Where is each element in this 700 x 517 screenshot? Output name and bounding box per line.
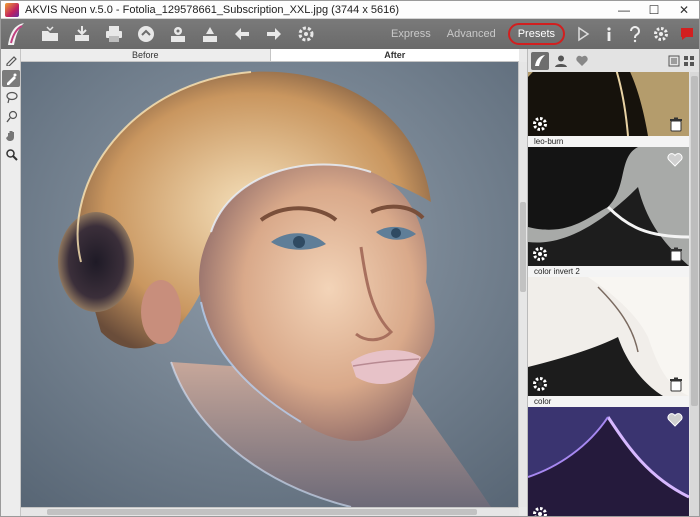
preset-settings-icon[interactable] (531, 505, 549, 516)
add-favorite-icon[interactable] (667, 413, 683, 427)
mode-switcher: Express Advanced Presets (383, 19, 699, 49)
maximize-button[interactable]: ☐ (639, 1, 669, 19)
preset-delete-icon[interactable] (669, 117, 683, 132)
presets-list: leo-burn color invert 2 color (528, 72, 689, 516)
view-mode-switch (665, 55, 695, 67)
brush-icon[interactable] (2, 51, 20, 68)
preset-item[interactable]: leo-burn (528, 72, 689, 147)
preset-delete-icon[interactable] (669, 377, 683, 392)
canvas-horizontal-scrollbar[interactable] (21, 507, 519, 516)
preset-item[interactable]: color (528, 277, 689, 407)
help-icon[interactable] (623, 21, 647, 47)
close-button[interactable]: ✕ (669, 1, 699, 19)
presets-panel: leo-burn color invert 2 color (527, 49, 699, 516)
preset-settings-icon[interactable] (531, 115, 549, 133)
favorites-icon[interactable] (573, 52, 591, 70)
canvas-vertical-scrollbar[interactable] (518, 62, 527, 507)
settings-cog-icon[interactable] (293, 21, 319, 47)
app-window: AKVIS Neon v.5.0 - Fotolia_129578661_Sub… (0, 0, 700, 517)
mode-express[interactable]: Express (387, 25, 435, 43)
feedback-icon[interactable] (675, 21, 699, 47)
presets-panel-header (528, 49, 699, 72)
tab-before[interactable]: Before (21, 49, 270, 61)
info-icon[interactable] (597, 21, 621, 47)
main-toolbar: Express Advanced Presets (1, 19, 699, 49)
lasso-icon[interactable] (2, 89, 20, 106)
window-controls: — ☐ ✕ (609, 1, 699, 19)
preset-thumbnail (528, 147, 689, 266)
plugin-icon[interactable] (197, 21, 223, 47)
akvis-presets-icon[interactable] (531, 51, 549, 70)
akvis-neon-logo (1, 19, 31, 49)
hand-icon[interactable] (2, 127, 20, 144)
horizontal-scroll-thumb[interactable] (47, 509, 477, 515)
preset-thumbnail (528, 407, 689, 516)
user-presets-icon[interactable] (552, 52, 570, 70)
zoom-icon[interactable] (2, 146, 20, 163)
mode-presets[interactable]: Presets (507, 23, 565, 45)
open-icon[interactable] (37, 21, 63, 47)
title-bar: AKVIS Neon v.5.0 - Fotolia_129578661_Sub… (1, 1, 699, 19)
preset-thumbnail (528, 72, 689, 136)
add-favorite-icon[interactable] (667, 153, 683, 167)
minimize-button[interactable]: — (609, 1, 639, 19)
print-icon[interactable] (101, 21, 127, 47)
app-icon (5, 2, 19, 17)
list-view-icon[interactable] (668, 55, 680, 67)
preset-delete-icon[interactable] (669, 247, 683, 262)
mode-advanced[interactable]: Advanced (443, 25, 500, 43)
window-title: AKVIS Neon v.5.0 - Fotolia_129578661_Sub… (25, 3, 400, 16)
save-icon[interactable] (69, 21, 95, 47)
neon-portrait-image (21, 62, 519, 507)
vertical-scroll-thumb[interactable] (520, 202, 526, 292)
presets-scroll-thumb[interactable] (691, 76, 698, 406)
preset-label: color (528, 396, 689, 407)
tools-panel (1, 49, 21, 516)
preset-label: color invert 2 (528, 266, 689, 277)
eraser-icon[interactable] (2, 108, 20, 125)
view-tabs: Before After (21, 49, 519, 62)
preset-settings-icon[interactable] (531, 245, 549, 263)
redo-icon[interactable] (261, 21, 287, 47)
tab-after[interactable]: After (269, 49, 519, 61)
preset-item[interactable]: color invert 2 (528, 147, 689, 277)
batch-icon[interactable] (165, 21, 191, 47)
preset-label: leo-burn (528, 136, 689, 147)
preset-thumbnail (528, 277, 689, 396)
preferences-icon[interactable] (649, 21, 673, 47)
undo-icon[interactable] (229, 21, 255, 47)
grid-view-icon[interactable] (683, 55, 695, 67)
tube-icon[interactable] (2, 70, 20, 87)
image-canvas[interactable] (21, 62, 519, 507)
run-icon[interactable] (571, 21, 595, 47)
preset-settings-icon[interactable] (531, 375, 549, 393)
presets-scrollbar[interactable] (690, 72, 699, 516)
share-icon[interactable] (133, 21, 159, 47)
preset-item[interactable] (528, 407, 689, 516)
